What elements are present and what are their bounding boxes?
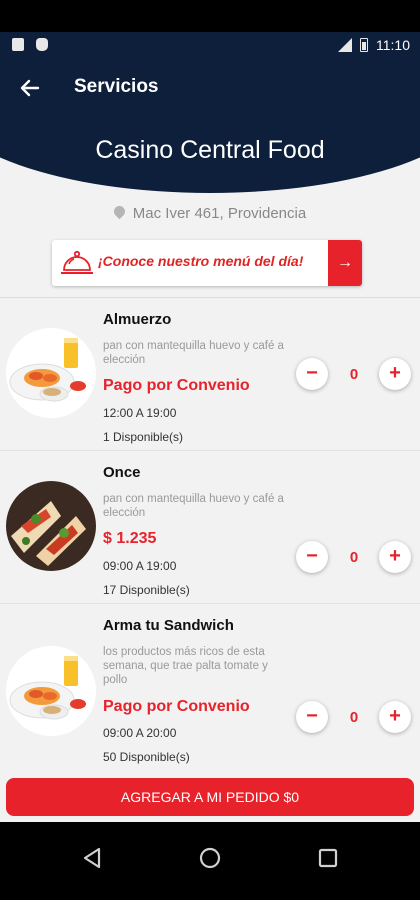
- nav-recents-button[interactable]: [308, 838, 348, 878]
- square-recents-icon: [318, 848, 338, 868]
- location-pin-icon: [111, 203, 128, 220]
- device-top-bezel: [0, 0, 420, 32]
- circle-home-icon: [199, 847, 221, 869]
- decrease-quantity-button[interactable]: −: [296, 701, 328, 733]
- nav-back-button[interactable]: [72, 838, 112, 878]
- android-navigation-bar: [0, 822, 420, 900]
- product-availability: 17 Disponible(s): [103, 583, 190, 597]
- app-screen: 11:10 Servicios Casino Central Food Mac …: [0, 32, 420, 822]
- increase-quantity-button[interactable]: +: [379, 541, 411, 573]
- product-item-arma-tu-sandwich: Arma tu Sandwich los productos más ricos…: [0, 604, 420, 772]
- plus-icon: +: [389, 362, 401, 384]
- food-plate-illustration: [6, 328, 96, 418]
- sd-card-icon: [12, 38, 24, 51]
- nav-home-button[interactable]: [190, 838, 230, 878]
- product-description: pan con mantequilla huevo y café a elecc…: [103, 493, 284, 519]
- product-hours: 12:00 A 19:00: [103, 406, 177, 420]
- product-image-lunch-plate: [6, 646, 96, 736]
- quantity-value: 0: [349, 366, 359, 383]
- status-bar: 11:10: [0, 32, 420, 58]
- address-text: Mac Iver 461, Providencia: [132, 205, 307, 222]
- add-to-order-button[interactable]: AGREGAR A MI PEDIDO $0: [6, 778, 414, 816]
- arrow-right-icon: →: [337, 254, 353, 271]
- product-description: pan con mantequilla huevo y café a elecc…: [103, 340, 284, 366]
- product-hours: 09:00 A 19:00: [103, 559, 177, 573]
- product-price: Pago por Convenio: [103, 698, 250, 715]
- decrease-quantity-button[interactable]: −: [296, 541, 328, 573]
- page-title: Servicios: [74, 76, 159, 97]
- minus-icon: −: [306, 705, 318, 727]
- food-wraps-illustration: [6, 481, 96, 571]
- plus-icon: +: [389, 545, 401, 567]
- battery-icon: [360, 38, 368, 52]
- menu-banner-label: ¡Conoce nuestro menú del día!: [98, 253, 304, 269]
- product-image-lunch-plate: [6, 328, 96, 418]
- menu-of-the-day-banner[interactable]: ¡Conoce nuestro menú del día! →: [52, 240, 362, 286]
- plus-icon: +: [389, 705, 401, 727]
- product-image-wraps: [6, 481, 96, 571]
- quantity-value: 0: [349, 709, 359, 726]
- back-button[interactable]: [14, 74, 46, 102]
- increase-quantity-button[interactable]: +: [379, 701, 411, 733]
- signal-icon: [338, 38, 352, 52]
- status-time: 11:10: [376, 37, 410, 53]
- food-plate-illustration: [6, 646, 96, 736]
- menu-banner-arrow-button[interactable]: →: [328, 240, 362, 286]
- decrease-quantity-button[interactable]: −: [296, 358, 328, 390]
- increase-quantity-button[interactable]: +: [379, 358, 411, 390]
- cloche-icon: [61, 250, 93, 274]
- product-hours: 09:00 A 20:00: [103, 726, 177, 740]
- product-item-almuerzo: Almuerzo pan con mantequilla huevo y caf…: [0, 298, 420, 450]
- venue-name: Casino Central Food: [95, 136, 325, 164]
- triangle-back-icon: [83, 847, 101, 869]
- minus-icon: −: [306, 362, 318, 384]
- product-description: los productos más ricos de esta semana, …: [103, 646, 268, 686]
- minus-icon: −: [306, 545, 318, 567]
- header: Servicios Casino Central Food: [0, 58, 420, 198]
- product-name: Arma tu Sandwich: [103, 617, 234, 634]
- product-name: Almuerzo: [103, 311, 172, 328]
- product-availability: 50 Disponible(s): [103, 750, 190, 764]
- venue-address: Mac Iver 461, Providencia: [0, 203, 420, 222]
- android-notification-icon: [36, 38, 48, 51]
- product-name: Once: [103, 464, 141, 481]
- product-item-once: Once pan con mantequilla huevo y café a …: [0, 451, 420, 603]
- quantity-value: 0: [349, 549, 359, 566]
- arrow-left-icon: [20, 79, 40, 97]
- header-background: [0, 58, 420, 193]
- product-price: Pago por Convenio: [103, 377, 250, 394]
- product-availability: 1 Disponible(s): [103, 430, 184, 444]
- product-price: $ 1.235: [103, 530, 157, 547]
